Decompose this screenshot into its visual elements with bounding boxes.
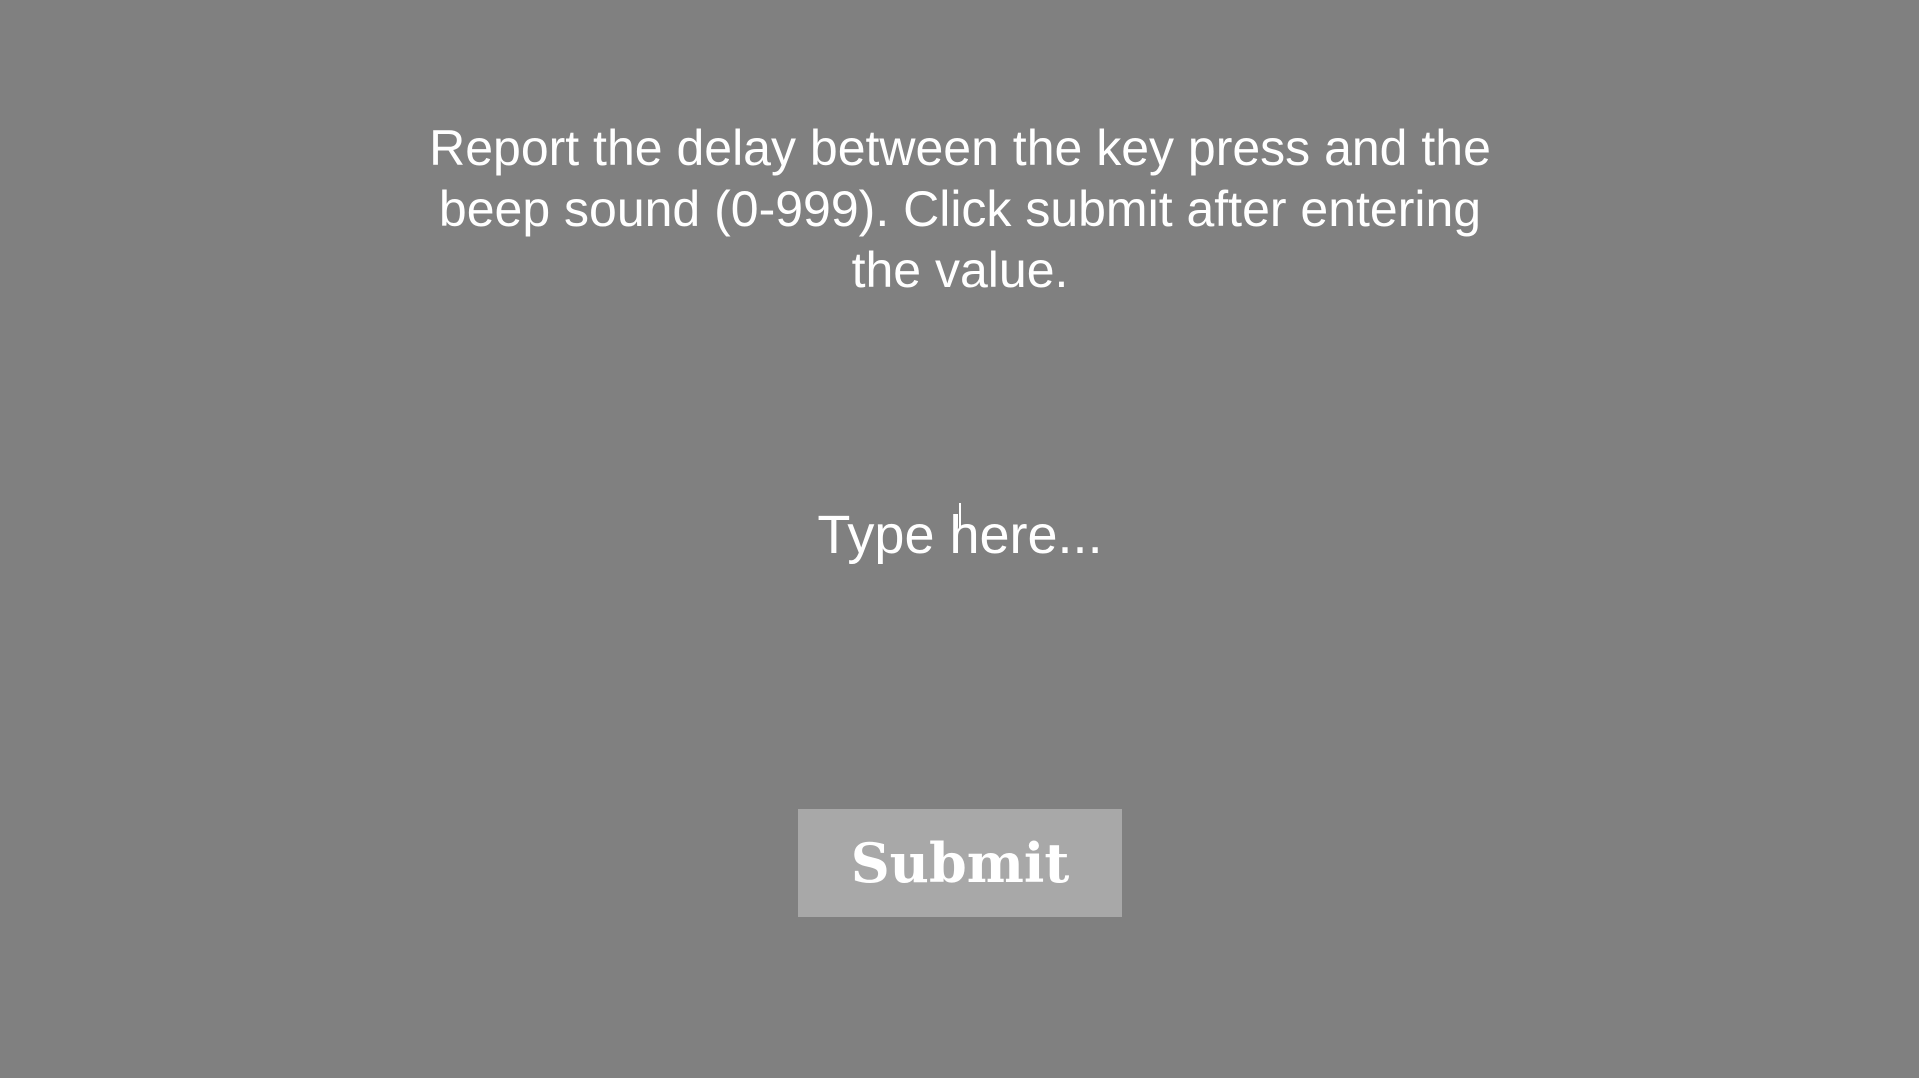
text-cursor	[959, 503, 961, 529]
submit-button[interactable]: Submit	[798, 809, 1122, 917]
task-screen: Report the delay between the key press a…	[0, 0, 1919, 1078]
delay-input-container	[660, 495, 1260, 575]
instruction-text: Report the delay between the key press a…	[429, 120, 1491, 298]
